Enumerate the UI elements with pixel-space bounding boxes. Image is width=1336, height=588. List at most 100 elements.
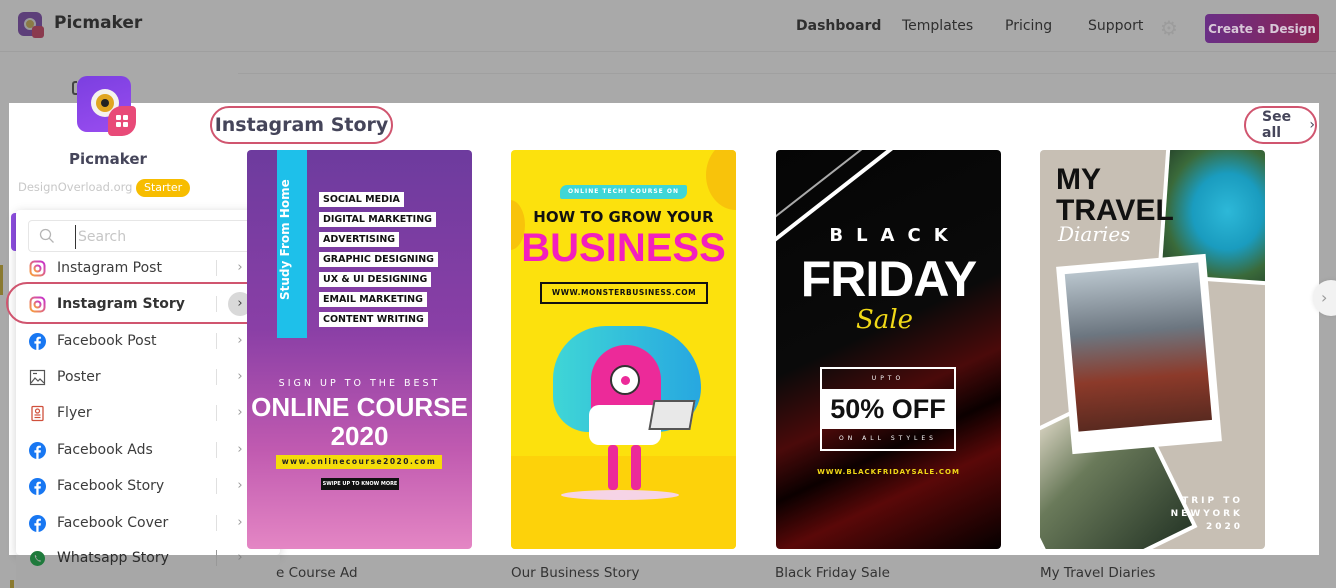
topic-tag: EMAIL MARKETING [319,292,427,307]
headline-year: 2020 [330,421,389,451]
url-banner: www.onlinecourse2020.com [276,455,442,469]
menu-item-label: Facebook Ads [57,442,153,458]
search-input[interactable] [75,225,255,249]
big-headline: BUSINESS [521,226,726,270]
url-text: WWW.BLACKFRIDAYSALE.COM [817,468,960,476]
vertical-text: Study From Home [278,179,292,300]
search-icon [39,228,54,243]
menu-item-facebook-cover[interactable]: Facebook Cover › [16,505,280,541]
image-icon [29,369,46,385]
headline-black: BLACK [829,225,961,246]
chevron-right-icon[interactable]: › [228,546,252,570]
create-design-button[interactable]: Create a Design [1205,14,1319,43]
facebook-icon [29,441,46,459]
menu-item-facebook-ads[interactable]: Facebook Ads › [16,432,280,468]
topic-tag: UX & UI DESIGNING [319,272,432,287]
monster-shadow [561,490,679,500]
plan-badge: Starter [136,179,191,197]
topic-tag: DIGITAL MARKETING [319,212,436,227]
monster-eye [610,365,640,395]
menu-item-poster[interactable]: Poster › [16,359,280,395]
offer-value: 50% OFF [822,389,954,429]
swipe-cta: SWIPE UP TO KNOW MORE [321,478,399,490]
offer-scope: ON ALL STYLES [839,435,937,442]
headline: HOW TO GROW YOUR [533,208,714,226]
menu-overflow: Whatsapp Story › [16,550,280,588]
nav-pricing[interactable]: Pricing [1005,18,1052,34]
menu-item-instagram-post[interactable]: Instagram Post › [16,250,280,286]
menu-item-label: Instagram Post [57,260,162,276]
divider [216,405,217,421]
section-title: Instagram Story [210,106,393,144]
headline-friday: FRIDAY [800,251,978,307]
divider [216,369,217,385]
topic-tag: ADVERTISING [319,232,400,247]
brand[interactable]: Picmaker [16,8,142,38]
menu-item-label: Flyer [57,405,92,421]
divider [216,515,217,531]
menu-item-whatsapp-story[interactable]: Whatsapp Story › [16,540,280,576]
template-card-black-friday[interactable]: BLACK FRIDAY Sale UPTO 50% OFF ON ALL ST… [776,150,1001,549]
menu-item-facebook-post[interactable]: Facebook Post › [16,323,280,359]
see-all-label: See all [1262,109,1292,141]
brand-name: Picmaker [54,13,143,33]
facebook-icon [29,514,46,532]
trip-line: TRIP TO [1182,496,1243,506]
divider [216,333,217,349]
trip-caption: TRIP TO NEWYORK 2020 [1171,495,1243,534]
script-diaries: Diaries [1058,222,1131,246]
monster-illustration [631,445,641,490]
sidebar-accent [0,265,3,295]
topic-tag: SOCIAL MEDIA [319,192,404,207]
top-header: Picmaker Dashboard Templates Pricing Sup… [0,0,1336,52]
menu-item-label: Facebook Cover [57,515,169,531]
topic-list: SOCIAL MEDIA DIGITAL MARKETING ADVERTISI… [319,192,438,332]
profile-site: DesignOverload.org [18,180,133,194]
menu-item-label: Facebook Post [57,333,157,349]
divider [216,478,217,494]
divider [216,260,217,276]
template-card-business[interactable]: ONLINE TECHI COURSE ON HOW TO GROW YOUR … [511,150,736,549]
chevron-right-icon: › [1309,117,1315,133]
whatsapp-icon [30,550,45,566]
decor-blob [706,150,736,210]
template-title[interactable]: e Course Ad [276,565,358,581]
profile-name: Picmaker [69,150,147,168]
heading-line: MY [1056,163,1101,196]
nav-dashboard[interactable]: Dashboard [796,18,881,34]
topic-tag: CONTENT WRITING [319,312,428,327]
photo-street [1056,253,1222,455]
sidebar-accent [10,580,14,588]
template-title[interactable]: My Travel Diaries [1040,565,1155,581]
template-title[interactable]: Black Friday Sale [775,565,890,581]
offer-upto: UPTO [871,375,905,382]
template-title[interactable]: Our Business Story [511,565,640,581]
menu-item-facebook-story[interactable]: Facebook Story › [16,468,280,504]
selected-highlight-ring [6,282,279,324]
trip-line: 2020 [1205,522,1243,532]
tagline: SIGN UP TO THE BEST [278,378,441,389]
menu-item-flyer[interactable]: Flyer › [16,395,280,431]
laptop-illustration [648,400,696,430]
divider [238,73,1336,74]
trip-line: NEWYORK [1170,509,1243,519]
see-all-link[interactable]: See all › [1244,106,1317,144]
template-card-online-course[interactable]: Study From Home SOCIAL MEDIA DIGITAL MAR… [247,150,472,549]
nav-support[interactable]: Support [1088,18,1143,34]
menu-item-label: Poster [57,369,101,385]
facebook-icon [29,477,46,495]
topic-tag: GRAPHIC DESIGNING [319,252,438,267]
menu-item-label: Whatsapp Story [57,550,169,566]
flyer-icon [31,405,44,421]
design-type-menu: Instagram Post › Instagram Story › Faceb… [16,210,280,555]
nav-templates[interactable]: Templates [902,18,973,34]
course-pill: ONLINE TECHI COURSE ON [560,185,687,199]
url-box: WWW.MONSTERBUSINESS.COM [540,282,708,304]
gear-icon[interactable]: ⚙ [1160,18,1180,38]
picmaker-logo-icon [16,8,46,38]
decor-stripe [776,150,881,228]
search-box[interactable] [28,220,266,252]
travel-heading: MY TRAVEL [1056,164,1174,226]
divider [216,550,217,566]
template-card-travel[interactable]: MY TRAVEL Diaries TRIP TO NEWYORK 2020 [1040,150,1265,549]
